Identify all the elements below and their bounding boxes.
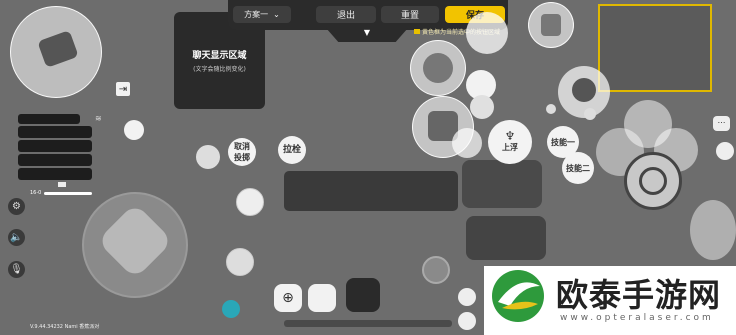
shirt-button[interactable]	[222, 300, 240, 318]
joystick-knob[interactable]	[96, 202, 174, 280]
float-up-label: 上浮	[502, 143, 518, 152]
hint-color-swatch	[414, 29, 420, 34]
collapse-tab[interactable]: ▼	[326, 28, 408, 42]
float-up-button[interactable]: ♆ 上浮	[488, 120, 532, 164]
camera-button[interactable]	[10, 6, 102, 98]
microphone-icon[interactable]: 🎙	[8, 261, 25, 278]
heart-icon	[572, 78, 596, 102]
lungs-button-1[interactable]	[236, 188, 264, 216]
watermark-brand: 欧泰手游网	[556, 276, 722, 314]
wifi-icon: ≋	[95, 114, 102, 123]
scheme-dropdown[interactable]: 方案一 ⌄	[233, 6, 291, 23]
pull-bolt-button[interactable]: 拉栓	[278, 136, 306, 164]
minimap-frame	[598, 4, 712, 92]
status-bar-3	[18, 140, 92, 152]
sprint-person-button[interactable]	[124, 120, 144, 140]
chat-area-subtitle: (文字会随比例变化)	[193, 66, 246, 73]
center-slot-panel[interactable]	[462, 160, 542, 208]
lungs-button-2[interactable]	[226, 248, 254, 276]
boat-button[interactable]	[458, 288, 476, 306]
reset-button[interactable]: 重置	[381, 6, 439, 23]
eye-button[interactable]	[584, 108, 596, 120]
drink-button[interactable]	[308, 284, 336, 312]
settings-gear-icon[interactable]: ⚙	[8, 198, 25, 215]
battery-icon	[58, 182, 66, 187]
chat-bubble-icon[interactable]: …	[713, 116, 730, 131]
action-button-large[interactable]	[410, 40, 466, 96]
lower-slot-panel[interactable]	[466, 216, 546, 260]
run-small-button[interactable]	[458, 312, 476, 330]
crosshair-icon	[639, 167, 667, 195]
scheme-label: 方案一	[244, 10, 269, 19]
skill-two-button[interactable]: 技能二	[562, 152, 594, 184]
medkit-button[interactable]: ⊕	[274, 284, 302, 312]
pet-button[interactable]	[422, 256, 450, 284]
emote-button[interactable]	[466, 12, 508, 54]
face-button[interactable]	[716, 142, 734, 160]
exit-door-icon[interactable]: ⇥	[116, 82, 130, 96]
status-bar-1	[18, 114, 80, 124]
movement-joystick[interactable]	[82, 192, 188, 298]
triangle-down-icon: ▼	[363, 28, 371, 37]
watermark-url: www.opteralaser.com	[560, 313, 714, 323]
item-slot-button[interactable]	[346, 278, 380, 312]
character-right-button[interactable]	[690, 200, 736, 260]
exit-button[interactable]: 退出	[316, 6, 376, 23]
stamina-bar	[44, 192, 92, 195]
center-input-panel[interactable]	[284, 171, 458, 211]
status-bar-4	[18, 154, 92, 166]
cancel-throw-button[interactable]: 取消 投掷	[228, 138, 256, 166]
item-button[interactable]	[546, 104, 556, 114]
sit-button[interactable]	[470, 95, 494, 119]
version-text: V.9.44.34232 Nami 香蕉派对	[30, 324, 100, 330]
backpack-icon	[541, 14, 561, 36]
backpack-button[interactable]	[528, 2, 574, 48]
speaker-icon[interactable]: 🔈	[8, 229, 25, 246]
bottom-progress-bar	[284, 320, 452, 327]
chat-area-title: 聊天显示区域	[192, 51, 247, 61]
chevron-down-icon: ⌄	[273, 10, 280, 19]
ammo-button[interactable]	[196, 145, 220, 169]
card-button[interactable]	[452, 128, 482, 158]
float-up-icon: ♆	[504, 129, 516, 143]
camera-icon	[37, 30, 79, 68]
fire-button[interactable]	[624, 152, 682, 210]
status-bar-2	[18, 126, 92, 138]
character-icon	[423, 53, 453, 83]
status-bar-5	[18, 168, 92, 180]
left-status-tag: 16-0	[30, 190, 42, 196]
watermark-logo	[488, 268, 548, 324]
